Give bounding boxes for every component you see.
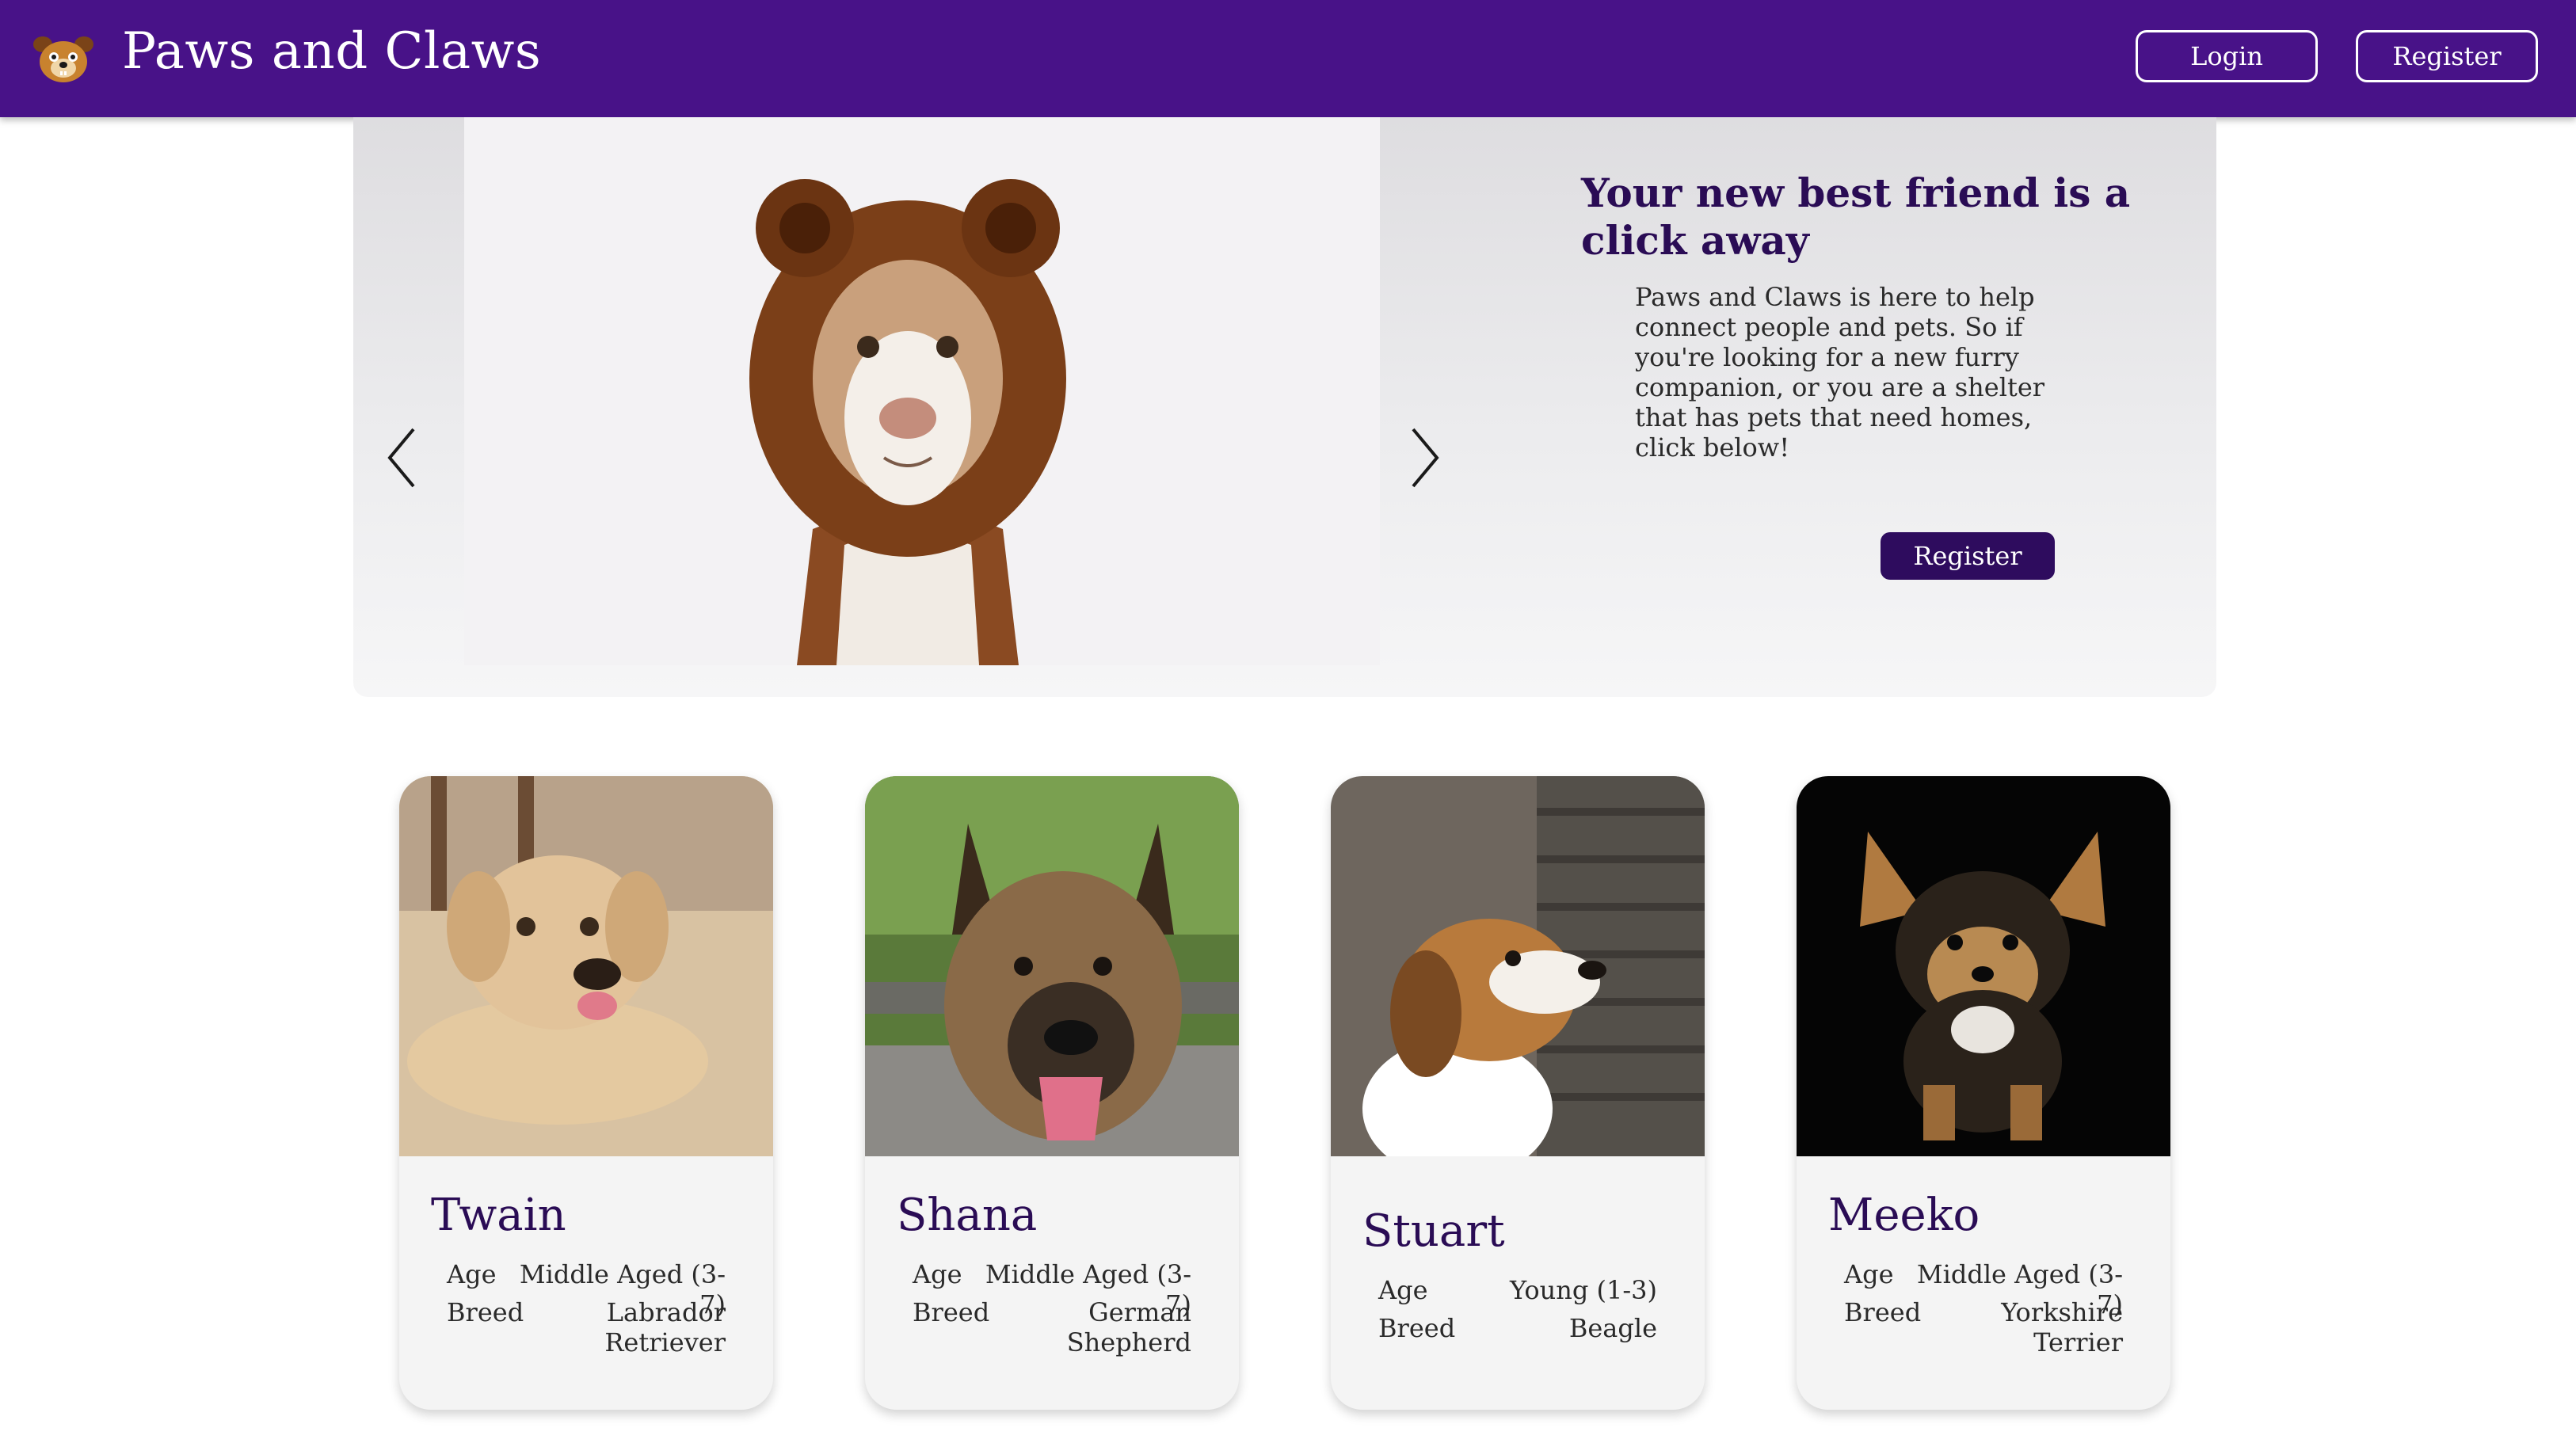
hero-dog-image [464,117,1380,665]
hero-carousel[interactable] [464,117,1380,665]
breed-label: Breed [913,1297,990,1327]
register-button[interactable]: Register [2356,30,2538,82]
top-nav: Paws and Claws Login Register [0,0,2576,117]
login-button[interactable]: Login [2136,30,2318,82]
dog-logo-icon[interactable] [32,29,95,89]
pet-photo [865,776,1239,1156]
breed-value: Yorkshire Terrier [2001,1297,2123,1357]
age-label: Age [1378,1275,1428,1305]
pet-age-row: Age Young (1-3) [1378,1275,1657,1305]
pet-breed-row: Breed Beagle [1378,1313,1657,1343]
breed-value: Beagle [1568,1313,1657,1343]
hero-register-button[interactable]: Register [1881,532,2055,580]
hero-banner: Your new best friend is a click away Paw… [353,117,2216,697]
pet-card[interactable]: Meeko Age Middle Aged (3-7) Breed Yorksh… [1797,776,2170,1410]
breed-label: Breed [447,1297,524,1327]
hero-description: Paws and Claws is here to help connect p… [1635,282,2045,463]
pet-photo [1331,776,1705,1156]
pet-photo [399,776,773,1156]
pet-breed-row: Breed Labrador Retriever [447,1297,726,1357]
breed-label: Breed [1844,1297,1922,1327]
pet-name: Stuart [1362,1205,1505,1257]
hero-title: Your new best friend is a click away [1581,169,2131,264]
pet-name: Twain [431,1190,566,1241]
breed-value: German Shepherd [1066,1297,1191,1357]
breed-label: Breed [1378,1313,1456,1343]
pet-name: Shana [897,1190,1038,1241]
pet-name: Meeko [1828,1190,1980,1241]
chevron-left-icon[interactable] [379,418,426,497]
pet-card[interactable]: Shana Age Middle Aged (3-7) Breed German… [865,776,1239,1410]
pet-breed-row: Breed German Shepherd [913,1297,1191,1357]
age-value: Young (1-3) [1510,1275,1657,1305]
hero-text: Your new best friend is a click away Paw… [1581,169,2136,580]
pet-breed-row: Breed Yorkshire Terrier [1844,1297,2123,1357]
breed-value: Labrador Retriever [604,1297,726,1357]
chevron-right-icon[interactable] [1400,418,1448,497]
pet-photo [1797,776,2170,1156]
brand-title[interactable]: Paws and Claws [122,22,541,81]
pet-card[interactable]: Twain Age Middle Aged (3-7) Breed Labrad… [399,776,773,1410]
pet-card[interactable]: Stuart Age Young (1-3) Breed Beagle [1331,776,1705,1410]
